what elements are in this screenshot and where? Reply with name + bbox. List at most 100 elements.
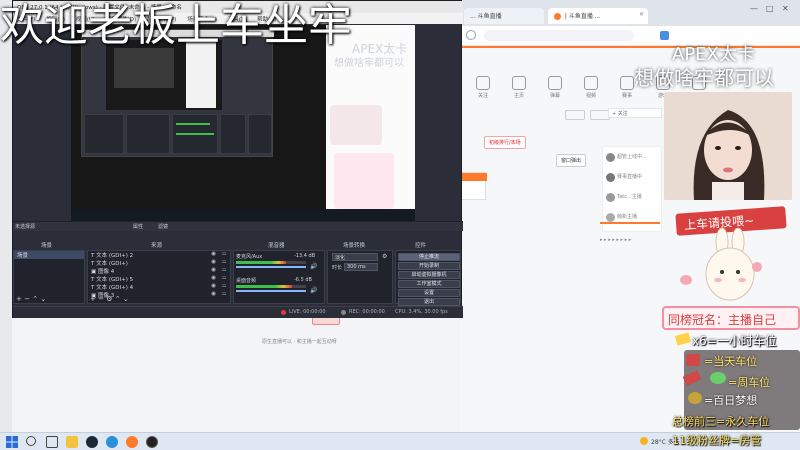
lock-icon[interactable]: ▫ <box>222 267 226 273</box>
flower-deco <box>680 275 692 285</box>
settings-button[interactable]: 设置 <box>398 289 460 297</box>
move-up-icon[interactable]: ⌃ <box>115 295 121 303</box>
chat-line-1: 超管上线中... <box>617 154 647 160</box>
small-tag-a[interactable] <box>565 110 585 120</box>
add-source-icon[interactable]: + <box>90 295 96 303</box>
welcome-banner: 欢迎老板上车坐牢 <box>0 0 352 51</box>
obs-status-bar: LIVE: 00:00:00 REC: 00:00:00 CPU: 3.4%, … <box>13 306 463 318</box>
speaker-icon[interactable]: 🔊 <box>310 287 317 294</box>
exit-button[interactable]: 退出 <box>398 298 460 306</box>
source-tools: + − ⚙ ⌃ ⌄ <box>90 295 129 303</box>
remove-scene-icon[interactable]: − <box>24 295 30 303</box>
nav-danmu-icon[interactable] <box>548 76 562 90</box>
douyu-icon <box>554 13 561 20</box>
scenes-dock: 场景 + − ⌃ ⌄ <box>13 250 85 304</box>
source-row[interactable]: T 文本 (GDI+) ◉ ▫ <box>88 259 230 267</box>
virtual-camera-button[interactable]: 启动虚拟摄像机 <box>398 271 460 279</box>
move-down-icon[interactable]: ⌄ <box>123 295 129 303</box>
nav-home-icon[interactable] <box>512 76 526 90</box>
source-row[interactable]: T 文本 (GDI+) 2 ◉ ▫ <box>88 251 230 259</box>
lock-icon[interactable]: ▫ <box>222 259 226 265</box>
browser-tab-strip: ... 斗鱼直播 | 斗鱼直播 ... ✕ — □ ✕ <box>460 0 800 26</box>
day-rule: =当天车位 <box>704 355 758 368</box>
windows-icon[interactable] <box>6 436 18 448</box>
eye-icon[interactable]: ◉ <box>211 251 216 257</box>
steam-icon[interactable] <box>86 436 98 448</box>
task-view-icon[interactable] <box>46 436 58 448</box>
douyu-icon[interactable] <box>126 436 138 448</box>
transitions-dock-title: 场景转换 <box>343 243 366 249</box>
weather-icon <box>640 437 648 445</box>
gear-icon[interactable]: ⚙ <box>106 295 112 303</box>
eye-icon[interactable]: ◉ <box>211 291 216 297</box>
week-rule: =周车位 <box>728 376 771 389</box>
move-down-icon[interactable]: ⌄ <box>40 295 46 303</box>
scene-item[interactable]: 场景 <box>14 251 84 259</box>
start-recording-button[interactable]: 开始录制 <box>398 262 460 270</box>
browser-tab-2[interactable]: | 斗鱼直播 ... ✕ <box>548 8 648 24</box>
scene-tools: + − ⌃ ⌄ <box>16 295 46 303</box>
move-up-icon[interactable]: ⌃ <box>32 295 38 303</box>
maximize-button[interactable]: □ <box>766 4 774 13</box>
source-row[interactable]: T 文本 (GDI+) 4 ◉ ▫ <box>88 283 230 291</box>
files-icon[interactable] <box>66 436 78 448</box>
lock-icon[interactable]: ▫ <box>222 291 226 297</box>
controls-dock-title: 控件 <box>415 243 427 249</box>
close-window-button[interactable]: ✕ <box>782 4 789 13</box>
address-bar[interactable] <box>484 30 634 41</box>
mixer-channel-2-db: -6.5 dB <box>294 277 312 283</box>
browser-left-content: 原生直播可以 · 和主播一起互动呀 <box>12 300 460 432</box>
streamer-subtitle: 想做啥牢都可以 <box>634 66 774 90</box>
mixer-channel-2-slider[interactable] <box>236 290 306 292</box>
small-tag-b[interactable] <box>590 110 610 120</box>
bunny-sticker <box>705 228 755 301</box>
mixer-channel-1-db: -13.4 dB <box>294 253 316 259</box>
trophy-icon <box>688 392 702 404</box>
lock-icon[interactable]: ▫ <box>222 275 226 281</box>
captured-rules-card <box>334 153 394 209</box>
add-scene-icon[interactable]: + <box>16 295 22 303</box>
popout-button[interactable]: 窗口弹出 <box>556 154 587 167</box>
lock-icon[interactable]: ▫ <box>222 251 226 257</box>
properties-button[interactable]: 属性 <box>133 223 143 230</box>
mixer-channel-1-slider[interactable] <box>236 266 306 268</box>
nav-match-icon[interactable] <box>620 76 634 90</box>
nav-follow-icon[interactable] <box>476 76 490 90</box>
lock-icon[interactable]: ▫ <box>222 283 226 289</box>
car-icon <box>686 354 700 366</box>
streamer-portrait <box>664 92 792 200</box>
chat-divider <box>600 222 660 224</box>
filters-button[interactable]: 滤镜 <box>158 223 168 230</box>
extension-icon[interactable] <box>660 31 669 40</box>
remove-source-icon[interactable]: − <box>98 295 104 303</box>
cpu-fps: CPU: 3.4%, 30.00 fps <box>395 309 448 315</box>
nav-match-label: 赛事 <box>621 93 632 99</box>
eye-icon[interactable]: ◉ <box>211 259 216 265</box>
mixer-channel-1-meter <box>236 261 306 264</box>
speaker-icon[interactable]: 🔊 <box>310 263 317 270</box>
eye-icon[interactable]: ◉ <box>211 283 216 289</box>
eye-icon[interactable]: ◉ <box>211 275 216 281</box>
minimize-button[interactable]: — <box>750 4 758 13</box>
gear-icon[interactable]: ⚙ <box>382 253 387 260</box>
studio-mode-button[interactable]: 工作室模式 <box>398 280 460 288</box>
chat-avatar <box>606 193 615 202</box>
refresh-icon[interactable] <box>466 30 476 40</box>
eye-icon[interactable]: ◉ <box>211 267 216 273</box>
stop-streaming-button[interactable]: 停止推流 <box>398 253 460 261</box>
obs-icon[interactable] <box>146 436 158 448</box>
source-row[interactable]: ▣ 图像 4 ◉ ▫ <box>88 267 230 275</box>
source-row[interactable]: T 文本 (GDI+) 5 ◉ ▫ <box>88 275 230 283</box>
transition-select[interactable]: 淡化 <box>332 253 378 261</box>
captured-bunny <box>330 105 382 145</box>
follow-button[interactable]: + 关注 <box>608 108 662 118</box>
mixer-dock-title: 混音器 <box>268 243 285 249</box>
nav-video-icon[interactable] <box>584 76 598 90</box>
search-icon[interactable] <box>26 436 36 446</box>
edge-icon[interactable] <box>106 436 118 448</box>
browser-tab-1[interactable]: ... 斗鱼直播 <box>464 8 544 24</box>
live-time: LIVE: 00:00:00 <box>289 309 326 315</box>
rank-notice-pill[interactable]: 初级排行/本场 <box>484 136 526 149</box>
duration-input[interactable]: 300 ms <box>344 263 378 271</box>
close-tab-icon[interactable]: ✕ <box>639 11 644 18</box>
